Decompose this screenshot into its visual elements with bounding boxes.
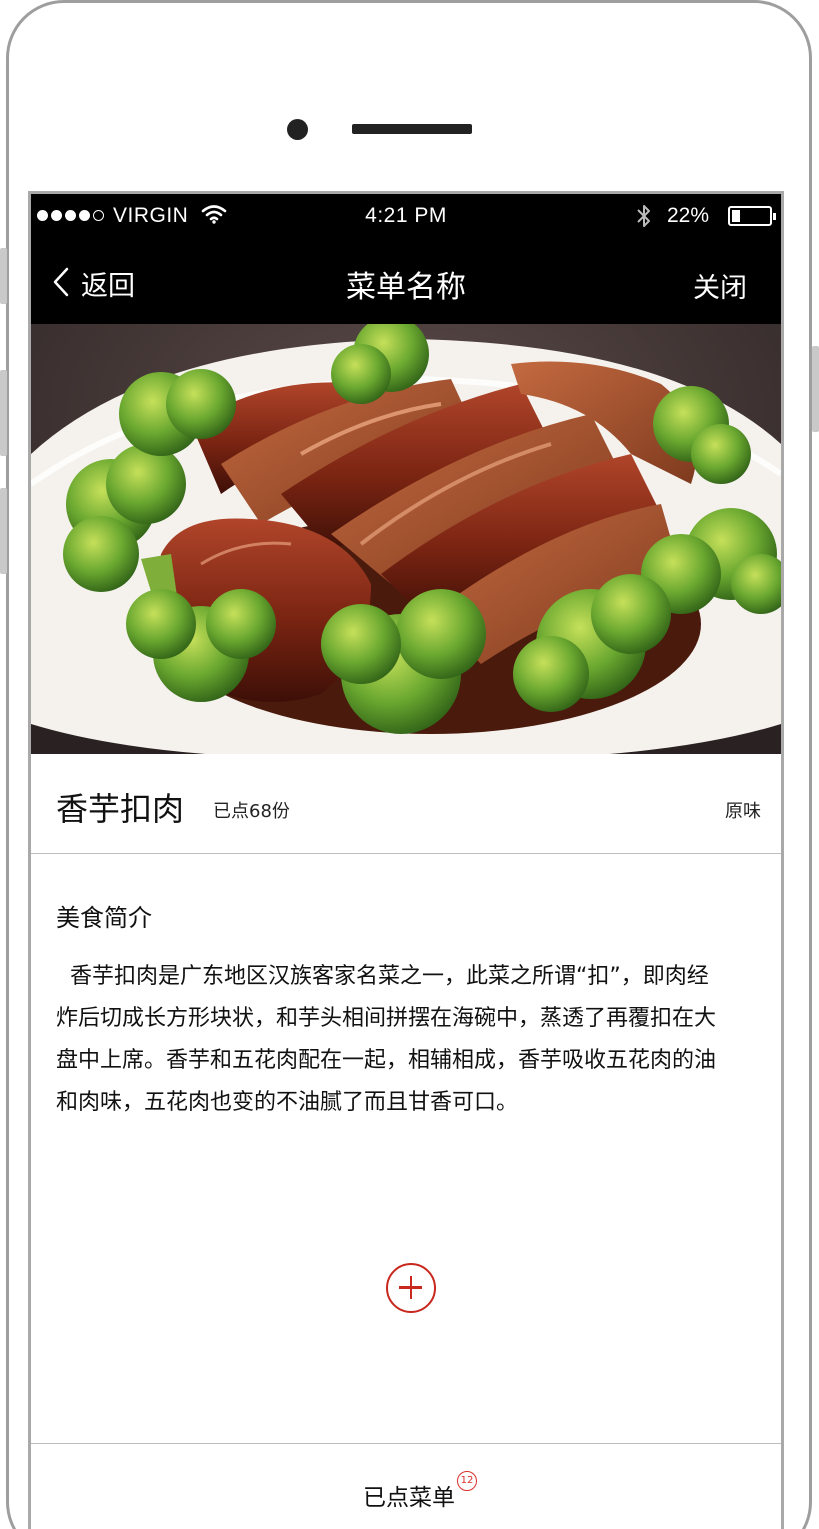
intro-heading: 美食简介 [56, 904, 152, 932]
chevron-left-icon [53, 267, 69, 301]
phone-camera [287, 119, 308, 140]
page-title: 菜单名称 [346, 270, 466, 305]
phone-mute-switch [0, 248, 7, 304]
nav-bar: 返回 菜单名称 关闭 [31, 238, 781, 324]
intro-text: 香芋扣肉是广东地区汉族客家名菜之一，此菜之所谓“扣”，即肉经炸后切成长方形块状，… [56, 964, 717, 1115]
bottom-bar: 已点菜单 12 [31, 1443, 781, 1529]
ordered-menu-button[interactable]: 已点菜单 12 [363, 1471, 477, 1512]
battery-icon [728, 206, 776, 226]
back-button[interactable]: 返回 [53, 264, 135, 303]
battery-percent: 22% [667, 204, 710, 227]
close-button[interactable]: 关闭 [693, 266, 747, 305]
plus-circle-icon[interactable] [386, 1263, 436, 1313]
dish-photo [31, 324, 781, 754]
phone-speaker [352, 124, 472, 134]
bluetooth-icon [635, 202, 653, 236]
back-button-label: 返回 [81, 271, 135, 302]
flavor-label[interactable]: 原味 [725, 797, 761, 823]
dish-name: 香芋扣肉 [56, 790, 185, 828]
phone-power-button [812, 346, 819, 432]
app-screen: VIRGIN 4:21 PM 22% 返回 菜单名称 关闭 香芋扣肉 已点68份… [28, 191, 784, 1529]
phone-volume-down [0, 488, 7, 574]
order-count: 已点68份 [213, 801, 290, 822]
status-bar: VIRGIN 4:21 PM 22% [31, 194, 781, 238]
dish-header: 香芋扣肉 已点68份 原味 [31, 754, 781, 854]
ordered-menu-label: 已点菜单 [363, 1485, 455, 1511]
ordered-count-badge: 12 [457, 1471, 477, 1491]
phone-volume-up [0, 370, 7, 456]
